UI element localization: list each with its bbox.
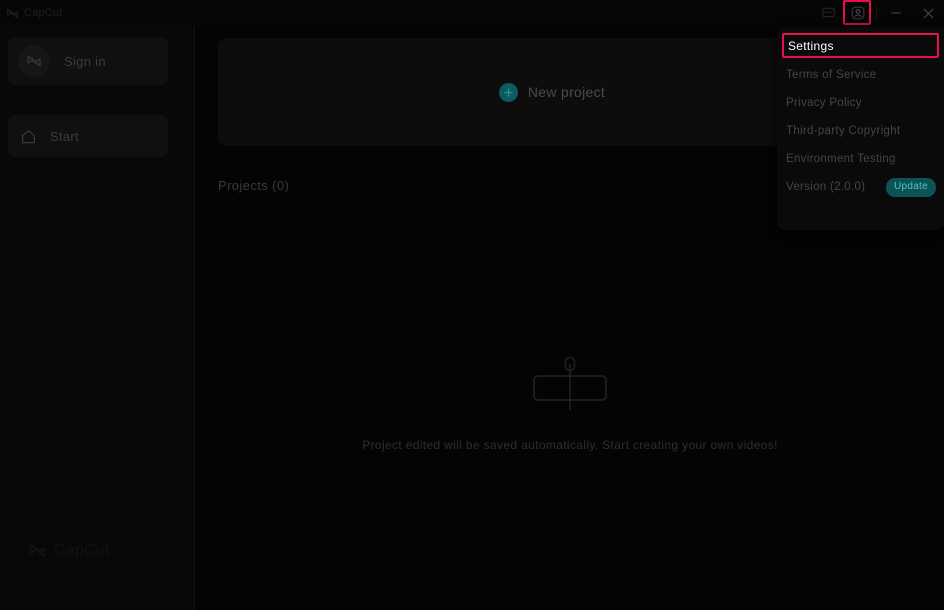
sidebar-item-label-start: Start xyxy=(50,128,79,144)
menu-item-label-third-party-copyright: Third-party Copyright xyxy=(786,125,901,137)
menu-item-label-privacy-policy: Privacy Policy xyxy=(786,97,862,109)
titlebar: CapCut xyxy=(0,0,944,26)
minimize-icon xyxy=(891,12,901,14)
close-button[interactable] xyxy=(912,0,944,26)
close-icon xyxy=(923,8,933,18)
empty-state-text: Project edited will be saved automatical… xyxy=(362,438,778,452)
home-icon xyxy=(22,129,35,143)
menu-item-terms-of-service[interactable]: Terms of Service xyxy=(777,61,944,89)
update-badge[interactable]: Update xyxy=(885,177,936,197)
feedback-icon[interactable] xyxy=(813,0,843,26)
capcut-watermark-icon xyxy=(29,543,46,558)
feedback-bubble-icon xyxy=(821,7,835,18)
menu-item-privacy-policy[interactable]: Privacy Policy xyxy=(777,89,944,117)
menu-item-third-party-copyright[interactable]: Third-party Copyright xyxy=(777,117,944,145)
app-logo: CapCut xyxy=(6,7,63,20)
capcut-mark-icon xyxy=(27,55,41,67)
plus-icon xyxy=(498,82,518,102)
menu-item-version[interactable]: Version (2.0.0) Update xyxy=(777,173,944,201)
menu-item-settings[interactable]: Settings xyxy=(782,33,939,58)
sidebar: Sign in Start CapCut xyxy=(0,26,195,610)
capcut-avatar-icon xyxy=(18,45,50,77)
projects-heading: Projects (0) xyxy=(218,178,290,193)
app-title: CapCut xyxy=(24,7,63,19)
new-project-label: New project xyxy=(527,84,606,100)
empty-state: Project edited will be saved automatical… xyxy=(196,356,944,452)
menu-item-environment-testing[interactable]: Environment Testing xyxy=(777,145,944,173)
capcut-logo-icon xyxy=(6,8,19,18)
plus-glyph-icon xyxy=(504,87,513,97)
menu-item-label-environment-testing: Environment Testing xyxy=(786,153,896,165)
titlebar-divider xyxy=(876,6,877,20)
capcut-window: CapCut Sign in Start CapCut New project … xyxy=(0,0,944,610)
menu-item-label-settings: Settings xyxy=(788,38,834,53)
sidebar-item-label-sign-in: Sign in xyxy=(64,53,106,69)
menu-item-label-terms-of-service: Terms of Service xyxy=(786,69,877,81)
new-project-inner: New project xyxy=(498,82,606,102)
timeline-clip-playhead-icon xyxy=(533,356,607,410)
sidebar-item-start[interactable]: Start xyxy=(8,115,168,157)
sidebar-watermark: CapCut xyxy=(28,541,109,560)
account-dropdown-menu: Settings Terms of Service Privacy Policy… xyxy=(777,27,944,230)
minimize-button[interactable] xyxy=(880,0,912,26)
sidebar-watermark-label: CapCut xyxy=(54,541,110,559)
account-menu-button[interactable] xyxy=(843,0,873,26)
account-icon xyxy=(851,6,865,20)
menu-item-label-version: Version (2.0.0) xyxy=(786,181,866,193)
sidebar-item-sign-in[interactable]: Sign in xyxy=(8,37,168,85)
